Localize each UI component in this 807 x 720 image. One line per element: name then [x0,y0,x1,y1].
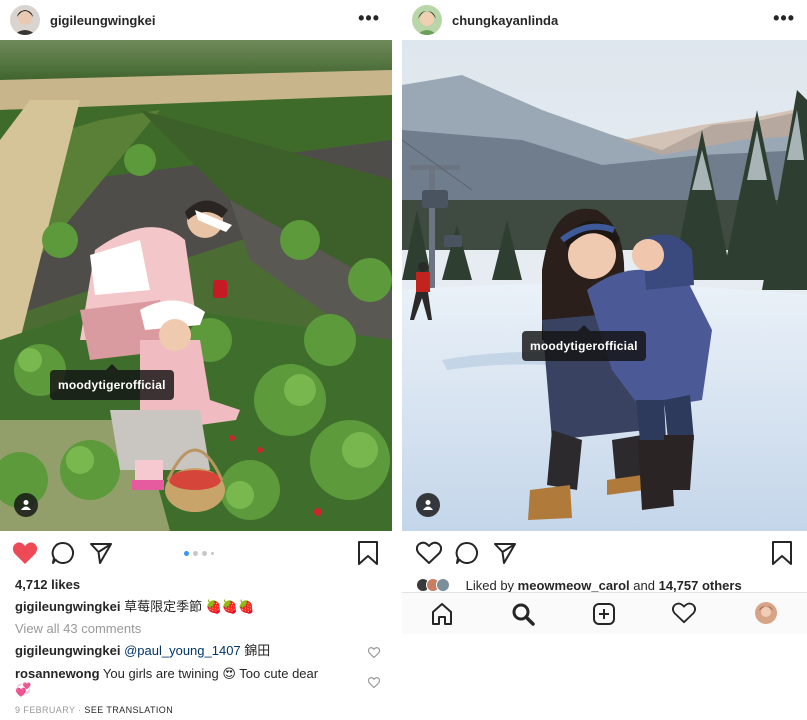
carousel-dot [202,551,207,556]
post-photo[interactable]: moodytigerofficial [0,40,392,531]
comment-icon[interactable] [51,541,75,570]
post-footer: 9 FEBRUARY · SEE TRANSLATION [15,705,174,715]
bottom-tab-bar [402,592,807,634]
liked-by-others[interactable]: 14,757 others [659,578,742,592]
paper-plane-icon[interactable] [89,541,113,570]
user-tag[interactable]: moodytigerofficial [50,364,174,400]
carousel-dot [211,552,214,555]
comment-icon[interactable] [455,541,479,570]
comment-like-heart-icon[interactable] [367,675,381,693]
carousel-dot [193,551,198,556]
post-header: gigileungwingkei ••• [0,0,392,40]
user-tag[interactable]: moodytigerofficial [522,325,646,361]
avatar[interactable] [412,5,442,35]
carousel-dot [184,551,189,556]
liked-by-row: Liked by meowmeow_carol and 14,757 other… [416,578,797,592]
more-options-button[interactable]: ••• [358,8,380,28]
plus-square-icon[interactable] [592,602,616,631]
carousel-indicator [184,551,214,556]
paper-plane-icon[interactable] [493,541,517,570]
comment-text: You girls are twining 😍 Too cute dear [102,666,319,681]
comment-row: gigileungwingkei @paul_young_1407 錦田 [15,642,382,659]
comment-username[interactable]: rosannewong [15,666,100,681]
caption-text: 草莓限定季節 🍓🍓🍓 [124,599,255,614]
post-photo[interactable]: moodytigerofficial [402,40,807,531]
more-options-button[interactable]: ••• [773,8,795,28]
bookmark-icon[interactable] [357,541,379,570]
tagged-users-icon[interactable] [416,493,440,517]
heart-icon[interactable] [415,541,443,570]
post-username[interactable]: chungkayanlinda [452,13,558,28]
action-bar [402,531,807,577]
post-date: 9 FEBRUARY [15,705,76,715]
liked-by-avatars [416,578,462,592]
liked-by-and: and [629,578,659,592]
comment-text-continued: 💞 [15,682,32,697]
caption: gigileungwingkei 草莓限定季節 🍓🍓🍓 [15,598,382,615]
comment-mention[interactable]: @paul_young_1407 [124,643,241,658]
heart-icon[interactable] [12,541,38,570]
liked-by-prefix: Liked by [465,578,518,592]
comment-username[interactable]: gigileungwingkei [15,643,120,658]
search-icon[interactable] [511,602,535,631]
activity-heart-icon[interactable] [671,602,697,629]
liked-by-username[interactable]: meowmeow_carol [518,578,630,592]
profile-avatar[interactable] [754,601,778,630]
bookmark-icon[interactable] [771,541,793,570]
post-username[interactable]: gigileungwingkei [50,13,155,28]
action-bar [0,531,392,577]
left-post: gigileungwingkei ••• moodytigerofficial … [0,0,392,720]
caption-username[interactable]: gigileungwingkei [15,599,120,614]
like-count[interactable]: 4,712 likes [15,576,382,593]
view-all-comments-link[interactable]: View all 43 comments [15,620,382,637]
comment-row: rosannewong You girls are twining 😍 Too … [15,665,382,682]
home-icon[interactable] [430,602,454,631]
comment-like-heart-icon[interactable] [367,645,381,663]
see-translation-link[interactable]: SEE TRANSLATION [84,705,173,715]
right-post: chungkayanlinda ••• moodytigerofficial L… [402,0,807,720]
comment-text: 錦田 [240,643,271,658]
tagged-users-icon[interactable] [14,493,38,517]
post-header: chungkayanlinda ••• [402,0,807,40]
avatar[interactable] [10,5,40,35]
